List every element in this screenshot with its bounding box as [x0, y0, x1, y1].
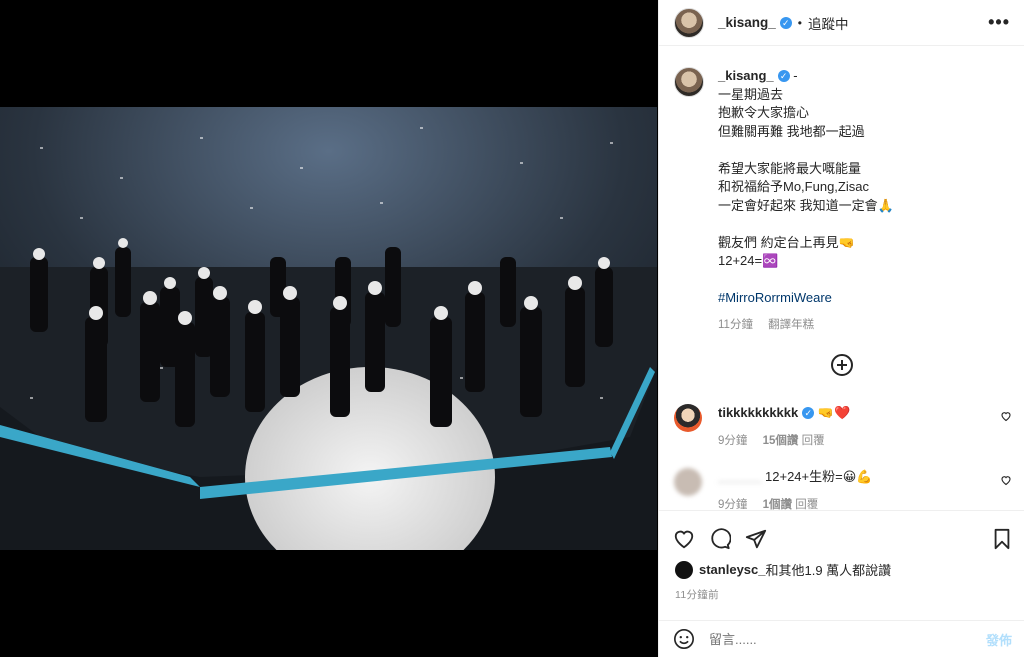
- save-bookmark-icon[interactable]: [992, 528, 1012, 550]
- caption-line: [718, 215, 894, 234]
- commenter-avatar[interactable]: [674, 468, 702, 496]
- comment-likes[interactable]: 15個讚: [763, 435, 799, 447]
- caption-hashtag[interactable]: #MirroRorrmiWeare: [718, 289, 894, 308]
- emoji-smiley-icon[interactable]: [673, 628, 695, 650]
- post-photo[interactable]: [0, 107, 657, 550]
- likes-summary[interactable]: stanleysc_ 和其他1.9 萬人都說讚: [659, 556, 1024, 579]
- caption-dash: -: [793, 68, 798, 83]
- comment-meta: 9分鐘 1個讚 回覆: [718, 497, 872, 510]
- commenter-username[interactable]: ______: [718, 469, 761, 484]
- comment-text: 12+24+生粉=😀💪: [765, 469, 873, 484]
- caption-avatar[interactable]: [674, 67, 704, 97]
- caption-line: 抱歉令大家擔心: [718, 105, 810, 120]
- commenter-username[interactable]: tikkkkkkkkkk: [718, 405, 798, 420]
- action-icons: [659, 511, 1024, 556]
- post-page: _kisang_ ✓ • 追蹤中 ••• _kisang_ ✓ - 一星期過去 抱…: [0, 0, 1024, 657]
- following-status[interactable]: 追蹤中: [808, 13, 849, 33]
- commenter-avatar[interactable]: [674, 404, 702, 432]
- comment-like-heart-icon[interactable]: [1000, 410, 1012, 422]
- author-username[interactable]: _kisang_: [718, 15, 776, 30]
- like-heart-icon[interactable]: [673, 528, 695, 550]
- caption-line: [718, 271, 894, 290]
- load-more-comments-icon[interactable]: [830, 354, 853, 376]
- comment-bubble-icon[interactable]: [709, 527, 731, 550]
- media-area: [0, 0, 658, 657]
- liker-username[interactable]: stanleysc_: [699, 562, 766, 577]
- comment-item: tikkkkkkkkkk ✓ 🤜❤️ 9分鐘 15個讚 回覆: [659, 404, 1024, 450]
- comment-body: tikkkkkkkkkk ✓ 🤜❤️ 9分鐘 15個讚 回覆: [718, 404, 850, 450]
- caption-line: 和祝福給予Mo,Fung,Zisac: [718, 179, 869, 194]
- post-actions: stanleysc_ 和其他1.9 萬人都說讚 11分鐘前: [659, 510, 1024, 610]
- reply-button[interactable]: 回覆: [802, 435, 825, 447]
- caption-username[interactable]: _kisang_: [718, 68, 774, 83]
- caption-meta: 11分鐘 翻譯年糕: [718, 316, 894, 335]
- comment-body: ______ 12+24+生粉=😀💪 9分鐘 1個讚 回覆: [718, 468, 872, 510]
- comment-text: 🤜❤️: [817, 405, 851, 420]
- comment-item: ______ 12+24+生粉=😀💪 9分鐘 1個讚 回覆: [659, 468, 1024, 510]
- share-send-icon[interactable]: [745, 528, 767, 550]
- post-time-ago: 11分鐘前: [675, 589, 719, 601]
- verified-badge-icon: ✓: [802, 407, 815, 419]
- caption-line: [718, 141, 894, 160]
- see-translation-link[interactable]: 翻譯年糕: [768, 319, 814, 331]
- reply-button[interactable]: 回覆: [795, 499, 818, 510]
- comment-time: 9分鐘: [718, 435, 748, 447]
- comment-like-heart-icon[interactable]: [1000, 474, 1012, 486]
- more-options-icon[interactable]: •••: [988, 12, 1010, 33]
- add-comment-bar: 發佈: [659, 620, 1024, 657]
- caption-line: 一定會好起來 我知道一定會🙏: [718, 197, 894, 213]
- comment-meta: 9分鐘 15個讚 回覆: [718, 433, 850, 450]
- post-side-panel: _kisang_ ✓ • 追蹤中 ••• _kisang_ ✓ - 一星期過去 抱…: [658, 0, 1024, 657]
- comment-time: 9分鐘: [718, 499, 748, 510]
- caption-line: 希望大家能將最大嘅能量: [718, 160, 862, 176]
- caption-body: _kisang_ ✓ - 一星期過去 抱歉令大家擔心 但難關再難 我地都一起過 希…: [718, 67, 894, 334]
- comments-scroll-area[interactable]: _kisang_ ✓ - 一星期過去 抱歉令大家擔心 但難關再難 我地都一起過 希…: [659, 47, 1024, 510]
- concert-photo-illustration: [0, 107, 657, 550]
- liker-avatar: [675, 560, 693, 579]
- verified-badge-icon: ✓: [777, 70, 790, 82]
- separator-dot: •: [797, 15, 802, 30]
- verified-badge-icon: ✓: [779, 16, 792, 29]
- caption-line: 但難關再難 我地都一起過: [718, 123, 865, 139]
- caption-time: 11分鐘: [718, 318, 753, 331]
- author-avatar[interactable]: [674, 7, 704, 38]
- caption-line: 一星期過去: [718, 86, 784, 102]
- caption-line: 12+24=♾️: [718, 253, 779, 268]
- caption-line: 觀友們 約定台上再見🤜: [718, 234, 855, 250]
- comment-likes[interactable]: 1個讚: [763, 499, 792, 510]
- post-caption: _kisang_ ✓ - 一星期過去 抱歉令大家擔心 但難關再難 我地都一起過 希…: [659, 47, 1024, 334]
- load-more-comments: [659, 354, 1024, 376]
- post-header: _kisang_ ✓ • 追蹤中 •••: [659, 0, 1024, 46]
- likes-text: 和其他1.9 萬人都說讚: [765, 563, 892, 578]
- comment-input[interactable]: [709, 631, 986, 647]
- post-comment-button[interactable]: 發佈: [986, 630, 1012, 649]
